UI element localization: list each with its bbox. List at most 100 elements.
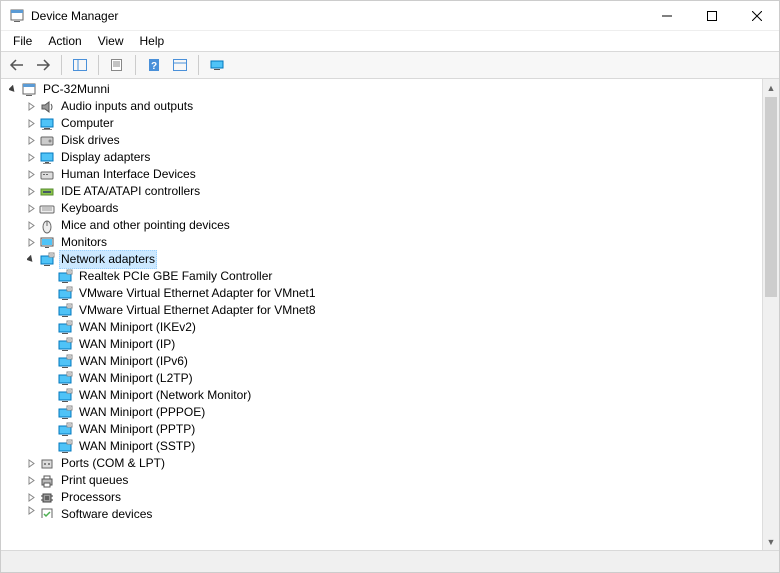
expander-icon[interactable] [23,204,39,213]
port-icon [39,456,55,472]
network-icon [57,269,73,285]
toolbar-separator [135,55,136,75]
tree-node[interactable]: IDE ATA/ATAPI controllers [3,183,762,200]
network-icon [57,286,73,302]
tree-node-label: Network adapters [59,250,157,269]
tree-node-label: PC-32Munni [41,81,112,98]
tree-node-label: Disk drives [59,132,122,149]
close-button[interactable] [734,1,779,31]
tree-node-label: WAN Miniport (IPv6) [77,353,190,370]
cpu-icon [39,490,55,506]
expander-icon[interactable] [23,506,39,515]
expander-icon[interactable] [23,153,39,162]
expander-icon[interactable] [23,476,39,485]
tree-node[interactable]: VMware Virtual Ethernet Adapter for VMne… [3,302,762,319]
expander-icon[interactable] [23,221,39,230]
tree-node-label: IDE ATA/ATAPI controllers [59,183,202,200]
maximize-button[interactable] [689,1,734,31]
tree-node-label: Keyboards [59,200,120,217]
tree-node[interactable]: VMware Virtual Ethernet Adapter for VMne… [3,285,762,302]
expander-icon[interactable] [23,136,39,145]
expander-icon[interactable] [23,255,39,264]
tree-node-label: Audio inputs and outputs [59,98,195,115]
expander-icon[interactable] [23,459,39,468]
tree-node[interactable]: WAN Miniport (PPPOE) [3,404,762,421]
tree-node[interactable]: WAN Miniport (IKEv2) [3,319,762,336]
back-button[interactable] [5,54,29,76]
tree-node-label: Mice and other pointing devices [59,217,232,234]
expander-icon[interactable] [23,170,39,179]
expander-icon[interactable] [23,238,39,247]
scroll-down-arrow[interactable]: ▼ [763,533,779,550]
monitor-icon [39,235,55,251]
network-icon [57,422,73,438]
devices-view-button[interactable] [205,54,229,76]
tree-node-label: Print queues [59,472,130,489]
vertical-scrollbar[interactable]: ▲ ▼ [762,79,779,550]
tree-node[interactable]: WAN Miniport (IPv6) [3,353,762,370]
tree-node-label: Human Interface Devices [59,166,198,183]
tree-node[interactable]: WAN Miniport (PPTP) [3,421,762,438]
tree-node[interactable]: Monitors [3,234,762,251]
computer-icon [39,116,55,132]
properties-button[interactable] [105,54,129,76]
scroll-up-arrow[interactable]: ▲ [763,79,779,96]
expander-icon[interactable] [5,85,21,94]
tree-node[interactable]: Audio inputs and outputs [3,98,762,115]
menu-action[interactable]: Action [40,32,89,50]
tree-node[interactable]: Network adapters [3,251,762,268]
mouse-icon [39,218,55,234]
content-area: PC-32Munni Audio inputs and outputs Comp… [1,79,779,550]
tree-node[interactable]: WAN Miniport (SSTP) [3,438,762,455]
tree-node-label: WAN Miniport (PPPOE) [77,404,207,421]
scan-hardware-button[interactable] [168,54,192,76]
keyboard-icon [39,201,55,217]
tree-node[interactable]: WAN Miniport (IP) [3,336,762,353]
tree-node[interactable]: Realtek PCIe GBE Family Controller [3,268,762,285]
tree-node[interactable]: Disk drives [3,132,762,149]
speaker-icon [39,99,55,115]
toolbar-separator [98,55,99,75]
help-button[interactable]: ? [142,54,166,76]
minimize-button[interactable] [644,1,689,31]
expander-icon[interactable] [23,102,39,111]
menu-file[interactable]: File [5,32,40,50]
toolbar: ? [1,51,779,79]
tree-node[interactable]: Keyboards [3,200,762,217]
network-icon [57,354,73,370]
device-tree[interactable]: PC-32Munni Audio inputs and outputs Comp… [1,79,762,550]
show-hide-tree-button[interactable] [68,54,92,76]
tree-node-label: VMware Virtual Ethernet Adapter for VMne… [77,302,318,319]
scroll-thumb[interactable] [765,97,777,297]
tree-node[interactable]: Processors [3,489,762,506]
forward-button[interactable] [31,54,55,76]
tree-node-label: WAN Miniport (Network Monitor) [77,387,253,404]
network-icon [57,405,73,421]
tree-node[interactable]: Mice and other pointing devices [3,217,762,234]
menu-view[interactable]: View [90,32,132,50]
expander-icon[interactable] [23,187,39,196]
tree-node[interactable]: Software devices [3,506,762,518]
network-icon [39,252,55,268]
tree-node[interactable]: Computer [3,115,762,132]
tree-node[interactable]: WAN Miniport (L2TP) [3,370,762,387]
window-title: Device Manager [31,9,118,23]
network-icon [57,388,73,404]
tree-node[interactable]: WAN Miniport (Network Monitor) [3,387,762,404]
tree-node[interactable]: PC-32Munni [3,81,762,98]
tree-node-label: Software devices [59,506,154,518]
tree-node[interactable]: Print queues [3,472,762,489]
expander-icon[interactable] [23,119,39,128]
tree-node[interactable]: Human Interface Devices [3,166,762,183]
hid-icon [39,167,55,183]
expander-icon[interactable] [23,493,39,502]
menu-help[interactable]: Help [132,32,173,50]
ide-icon [39,184,55,200]
tree-node-label: WAN Miniport (IKEv2) [77,319,198,336]
tree-node[interactable]: Ports (COM & LPT) [3,455,762,472]
tree-node-label: Computer [59,115,116,132]
app-icon [9,8,25,24]
tree-node[interactable]: Display adapters [3,149,762,166]
network-icon [57,439,73,455]
tree-node-label: Processors [59,489,123,506]
